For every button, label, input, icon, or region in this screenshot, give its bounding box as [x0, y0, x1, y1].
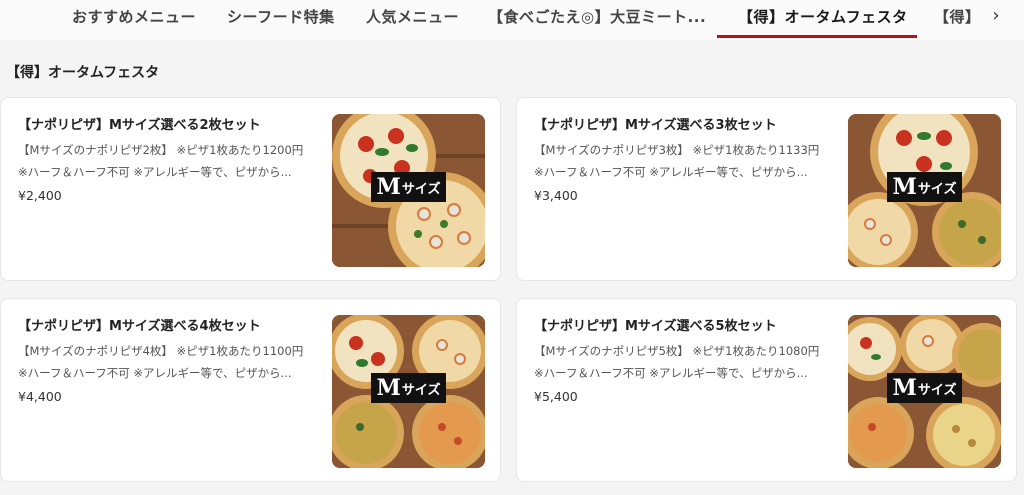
tab-popular[interactable]: 人気メニュー	[366, 6, 459, 36]
section-title: 【得】オータムフェスタ	[6, 65, 160, 81]
product-card[interactable]: 【ナポリピザ】Mサイズ選べる5枚セット 【Mサイズのナポリピザ5枚】 ※ピザ1枚…	[516, 298, 1017, 482]
description-line: ※ハーフ＆ハーフ不可 ※アレルギー等で、ピザから...	[534, 366, 808, 380]
product-name: 【ナポリピザ】Mサイズ選べる2枚セット	[18, 118, 261, 133]
m-size-badge: M サイズ	[371, 172, 446, 202]
m-size-badge: M サイズ	[887, 373, 962, 403]
product-image[interactable]: M サイズ	[332, 315, 485, 468]
m-size-badge: M サイズ	[371, 373, 446, 403]
tab-seafood[interactable]: シーフード特集	[227, 6, 335, 36]
product-card[interactable]: 【ナポリピザ】Mサイズ選べる2枚セット 【Mサイズのナポリピザ2枚】 ※ピザ1枚…	[0, 97, 501, 281]
product-price: ¥5,400	[534, 389, 578, 404]
product-name: 【ナポリピザ】Mサイズ選べる5枚セット	[534, 319, 777, 334]
description-line: ※ハーフ＆ハーフ不可 ※アレルギー等で、ピザから...	[18, 165, 292, 179]
product-price: ¥4,400	[18, 389, 62, 404]
description-line: 【Mサイズのナポリピザ4枚】 ※ピザ1枚あたり1100円	[18, 344, 304, 358]
active-tab-indicator	[717, 35, 917, 38]
badge-label: サイズ	[401, 181, 441, 197]
chevron-right-icon[interactable]: ›	[984, 2, 1008, 28]
product-description: 【Mサイズのナポリピザ3枚】 ※ピザ1枚あたり1133円 ※ハーフ＆ハーフ不可 …	[534, 139, 834, 183]
tab-osusume[interactable]: おすすめメニュー	[72, 6, 196, 36]
badge-letter: M	[892, 375, 917, 401]
product-card[interactable]: 【ナポリピザ】Mサイズ選べる4枚セット 【Mサイズのナポリピザ4枚】 ※ピザ1枚…	[0, 298, 501, 482]
tab-autumn-festa[interactable]: 【得】オータムフェスタ	[738, 6, 908, 36]
badge-letter: M	[376, 375, 401, 401]
badge-letter: M	[376, 174, 401, 200]
product-description: 【Mサイズのナポリピザ2枚】 ※ピザ1枚あたり1200円 ※ハーフ＆ハーフ不可 …	[18, 139, 318, 183]
badge-label: サイズ	[401, 382, 441, 398]
product-image[interactable]: M サイズ	[332, 114, 485, 267]
product-name: 【ナポリピザ】Mサイズ選べる4枚セット	[18, 319, 261, 334]
product-image[interactable]: M サイズ	[848, 315, 1001, 468]
description-line: 【Mサイズのナポリピザ2枚】 ※ピザ1枚あたり1200円	[18, 143, 304, 157]
product-image[interactable]: M サイズ	[848, 114, 1001, 267]
tab-soy-meat[interactable]: 【食べごたえ◎】大豆ミート...	[488, 6, 706, 36]
m-size-badge: M サイズ	[887, 172, 962, 202]
description-line: 【Mサイズのナポリピザ3枚】 ※ピザ1枚あたり1133円	[534, 143, 820, 157]
product-name: 【ナポリピザ】Mサイズ選べる3枚セット	[534, 118, 777, 133]
description-line: ※ハーフ＆ハーフ不可 ※アレルギー等で、ピザから...	[18, 366, 292, 380]
product-card[interactable]: 【ナポリピザ】Mサイズ選べる3枚セット 【Mサイズのナポリピザ3枚】 ※ピザ1枚…	[516, 97, 1017, 281]
product-price: ¥3,400	[534, 188, 578, 203]
badge-label: サイズ	[917, 382, 957, 398]
badge-label: サイズ	[917, 181, 957, 197]
description-line: ※ハーフ＆ハーフ不可 ※アレルギー等で、ピザから...	[534, 165, 808, 179]
product-description: 【Mサイズのナポリピザ4枚】 ※ピザ1枚あたり1100円 ※ハーフ＆ハーフ不可 …	[18, 340, 318, 384]
description-line: 【Mサイズのナポリピザ5枚】 ※ピザ1枚あたり1080円	[534, 344, 820, 358]
badge-letter: M	[892, 174, 917, 200]
tab-toku-more[interactable]: 【得】	[934, 6, 981, 36]
category-tab-bar: おすすめメニュー シーフード特集 人気メニュー 【食べごたえ◎】大豆ミート...…	[0, 0, 1024, 40]
product-description: 【Mサイズのナポリピザ5枚】 ※ピザ1枚あたり1080円 ※ハーフ＆ハーフ不可 …	[534, 340, 834, 384]
product-price: ¥2,400	[18, 188, 62, 203]
